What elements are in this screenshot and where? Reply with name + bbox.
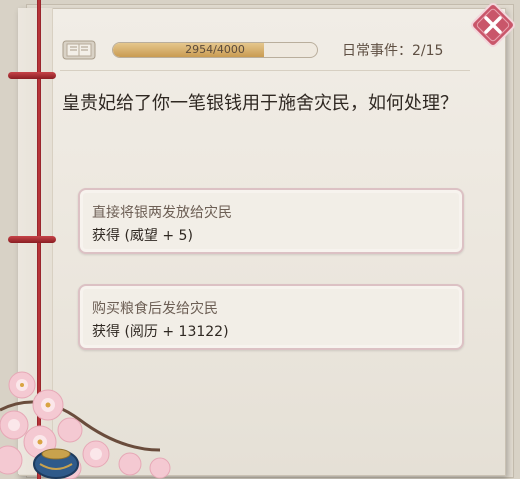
event-question: 皇贵妃给了你一笔银钱用于施舍灾民，如何处理？ — [62, 93, 458, 114]
experience-progress-bar: 2954/4000 — [112, 42, 318, 58]
scroll-book-icon — [62, 40, 96, 60]
progress-text: 2954/4000 — [185, 43, 245, 56]
close-x-icon[interactable] — [470, 2, 516, 48]
option-title: 直接将银两发放给灾民 — [92, 205, 232, 221]
header-divider — [60, 70, 470, 71]
option-reward: 获得 (阅历 + 13122) — [92, 324, 229, 340]
binding-knot — [8, 72, 56, 79]
option-reward: 获得 (威望 + 5) — [92, 228, 193, 244]
binding-knot — [8, 236, 56, 243]
daily-event-counter: 日常事件：2/15 — [342, 43, 444, 59]
event-header: 2954/4000 日常事件：2/15 — [60, 36, 480, 66]
plum-blossom-decoration — [0, 371, 171, 479]
option-title: 购买粮食后发给灾民 — [92, 301, 218, 317]
option-distribute-silver-button[interactable]: 直接将银两发放给灾民 获得 (威望 + 5) — [78, 188, 464, 254]
option-buy-grain-button[interactable]: 购买粮食后发给灾民 获得 (阅历 + 13122) — [78, 284, 464, 350]
